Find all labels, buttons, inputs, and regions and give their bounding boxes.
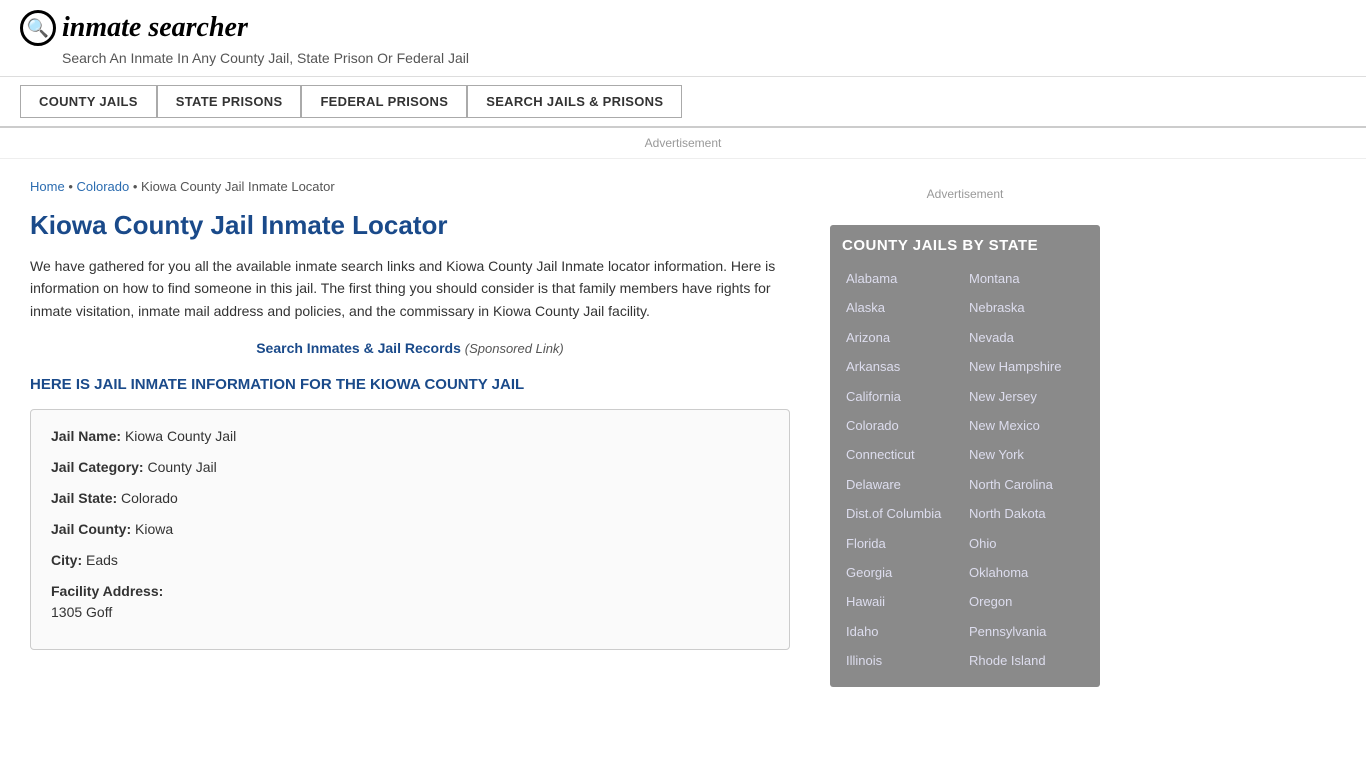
state-box-title: COUNTY JAILS BY STATE [842, 237, 1088, 254]
logo-area: 🔍 inmate searcher [20, 10, 1346, 46]
page-title: Kiowa County Jail Inmate Locator [30, 210, 790, 241]
state-link[interactable]: Ohio [965, 529, 1088, 558]
breadcrumb-sep2: • [133, 179, 141, 194]
address-value: 1305 Goff [51, 602, 769, 623]
nav-bar: COUNTY JAILS STATE PRISONS FEDERAL PRISO… [0, 77, 1366, 128]
address-label: Facility Address: [51, 583, 163, 599]
state-link[interactable]: Rhode Island [965, 646, 1088, 675]
breadcrumb: Home • Colorado • Kiowa County Jail Inma… [30, 179, 790, 194]
logo-icon: 🔍 [20, 10, 56, 46]
state-link[interactable]: North Carolina [965, 470, 1088, 499]
breadcrumb-state[interactable]: Colorado [76, 179, 129, 194]
sidebar: Advertisement COUNTY JAILS BY STATE Alab… [820, 159, 1120, 707]
info-row-jail-name: Jail Name: Kiowa County Jail [51, 426, 769, 447]
info-box: Jail Name: Kiowa County Jail Jail Catego… [30, 409, 790, 650]
state-link[interactable]: New York [965, 440, 1088, 469]
state-link[interactable]: Connecticut [842, 440, 965, 469]
jail-name-label: Jail Name: [51, 428, 121, 444]
state-link[interactable]: Arkansas [842, 352, 965, 381]
jail-category-value: County Jail [147, 459, 216, 475]
jail-state-label: Jail State: [51, 490, 117, 506]
state-columns: AlabamaAlaskaArizonaArkansasCaliforniaCo… [842, 264, 1088, 675]
section-heading: HERE IS JAIL INMATE INFORMATION FOR THE … [30, 376, 790, 393]
state-link[interactable]: Georgia [842, 558, 965, 587]
state-link[interactable]: Hawaii [842, 587, 965, 616]
info-row-jail-county: Jail County: Kiowa [51, 519, 769, 540]
nav-buttons: COUNTY JAILS STATE PRISONS FEDERAL PRISO… [20, 85, 1346, 118]
state-link[interactable]: Colorado [842, 411, 965, 440]
header: 🔍 inmate searcher Search An Inmate In An… [0, 0, 1366, 77]
state-link[interactable]: New Hampshire [965, 352, 1088, 381]
city-value: Eads [86, 552, 118, 568]
jail-county-value: Kiowa [135, 521, 173, 537]
breadcrumb-current: Kiowa County Jail Inmate Locator [141, 179, 335, 194]
state-link[interactable]: Pennsylvania [965, 617, 1088, 646]
sponsored-label-text: (Sponsored Link) [465, 341, 564, 356]
content-area: Home • Colorado • Kiowa County Jail Inma… [0, 159, 820, 707]
nav-county-jails[interactable]: COUNTY JAILS [20, 85, 157, 118]
nav-state-prisons[interactable]: STATE PRISONS [157, 85, 302, 118]
jail-name-val: Kiowa County Jail [125, 428, 236, 444]
info-row-city: City: Eads [51, 550, 769, 571]
jail-state-value: Colorado [121, 490, 178, 506]
jail-category-label: Jail Category: [51, 459, 144, 475]
description: We have gathered for you all the availab… [30, 255, 790, 322]
state-box: COUNTY JAILS BY STATE AlabamaAlaskaArizo… [830, 225, 1100, 687]
logo-name: inmate searcher [62, 12, 248, 43]
logo-text: inmate searcher [62, 12, 248, 44]
info-row-jail-state: Jail State: Colorado [51, 488, 769, 509]
state-link[interactable]: Illinois [842, 646, 965, 675]
main-layout: Home • Colorado • Kiowa County Jail Inma… [0, 159, 1366, 707]
state-link[interactable]: Idaho [842, 617, 965, 646]
city-label: City: [51, 552, 82, 568]
state-link[interactable]: Nevada [965, 323, 1088, 352]
ad-banner: Advertisement [0, 128, 1366, 159]
state-link[interactable]: Delaware [842, 470, 965, 499]
jail-county-label: Jail County: [51, 521, 131, 537]
tagline: Search An Inmate In Any County Jail, Sta… [62, 50, 1346, 66]
sponsored-link-area: Search Inmates & Jail Records (Sponsored… [30, 340, 790, 356]
info-row-jail-category: Jail Category: County Jail [51, 457, 769, 478]
state-link[interactable]: Montana [965, 264, 1088, 293]
state-col-right: MontanaNebraskaNevadaNew HampshireNew Je… [965, 264, 1088, 675]
state-link[interactable]: Oregon [965, 587, 1088, 616]
state-link[interactable]: North Dakota [965, 499, 1088, 528]
state-link[interactable]: Florida [842, 529, 965, 558]
sponsored-link[interactable]: Search Inmates & Jail Records [256, 340, 461, 356]
state-link[interactable]: Arizona [842, 323, 965, 352]
nav-federal-prisons[interactable]: FEDERAL PRISONS [301, 85, 467, 118]
state-link[interactable]: New Jersey [965, 382, 1088, 411]
nav-search-jails[interactable]: SEARCH JAILS & PRISONS [467, 85, 682, 118]
state-link[interactable]: California [842, 382, 965, 411]
state-link[interactable]: Dist.of Columbia [842, 499, 965, 528]
state-col-left: AlabamaAlaskaArizonaArkansasCaliforniaCo… [842, 264, 965, 675]
state-link[interactable]: Alaska [842, 293, 965, 322]
info-row-address: Facility Address: 1305 Goff [51, 581, 769, 623]
state-link[interactable]: New Mexico [965, 411, 1088, 440]
breadcrumb-home[interactable]: Home [30, 179, 65, 194]
state-link[interactable]: Oklahoma [965, 558, 1088, 587]
sidebar-ad: Advertisement [830, 179, 1100, 209]
state-link[interactable]: Nebraska [965, 293, 1088, 322]
state-link[interactable]: Alabama [842, 264, 965, 293]
